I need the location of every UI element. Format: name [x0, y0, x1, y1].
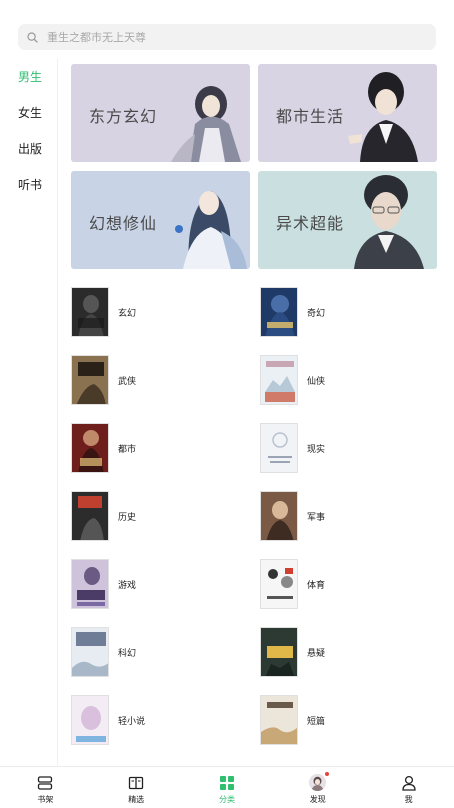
book-cover	[260, 355, 298, 405]
category-item-short-story[interactable]: 短篇	[260, 694, 440, 746]
category-label: 短篇	[307, 716, 326, 727]
sidebar-item-female[interactable]: 女生	[0, 94, 57, 130]
category-label: 体育	[307, 580, 326, 591]
category-label: 轻小说	[118, 716, 146, 727]
search-icon	[27, 31, 40, 44]
grid-icon	[219, 774, 235, 791]
sidebar-item-label: 女生	[18, 105, 43, 120]
avatar-icon	[309, 774, 327, 791]
book-cover	[71, 491, 109, 541]
book-cover	[71, 695, 109, 745]
book-cover	[260, 627, 298, 677]
category-label: 现实	[307, 444, 326, 455]
tab-category[interactable]: 分类	[182, 767, 273, 808]
notification-dot	[325, 772, 330, 776]
banner-urban-life[interactable]: 都市生活	[258, 64, 437, 162]
category-item-kehuan[interactable]: 科幻	[71, 626, 251, 678]
category-item-xuanyi[interactable]: 悬疑	[260, 626, 440, 678]
banner-fantasy-cultivation[interactable]: 幻想修仙	[71, 171, 250, 269]
category-label: 科幻	[118, 648, 137, 659]
tab-label: 书架	[37, 795, 54, 804]
banner-label: 都市生活	[276, 107, 345, 126]
book-cover	[71, 627, 109, 677]
search-bar[interactable]	[18, 24, 436, 50]
category-sidebar: 男生 女生 出版 听书	[0, 58, 58, 766]
sidebar-item-male[interactable]: 男生	[0, 58, 57, 94]
category-item-xuanhuan[interactable]: 玄幻	[71, 286, 251, 338]
category-label: 玄幻	[118, 308, 137, 319]
tab-label: 精选	[128, 795, 145, 804]
book-cover	[71, 287, 109, 337]
category-item-tiyu[interactable]: 体育	[260, 558, 440, 610]
category-item-dushi[interactable]: 都市	[71, 422, 251, 474]
category-item-xianshi[interactable]: 现实	[260, 422, 440, 474]
category-item-youxi[interactable]: 游戏	[71, 558, 251, 610]
category-label: 都市	[118, 444, 137, 455]
banner-special-powers[interactable]: 异术超能	[258, 171, 437, 269]
tab-bookshelf[interactable]: 书架	[0, 767, 91, 808]
banner-label: 东方玄幻	[89, 107, 158, 126]
category-label: 游戏	[118, 580, 137, 591]
category-label: 历史	[118, 512, 137, 523]
category-item-light-novel[interactable]: 轻小说	[71, 694, 251, 746]
category-label: 军事	[307, 512, 326, 523]
search-input[interactable]	[47, 30, 407, 44]
sidebar-item-label: 男生	[18, 69, 43, 84]
avatar	[309, 774, 327, 791]
sidebar-item-label: 出版	[18, 141, 43, 156]
banner-label: 幻想修仙	[89, 214, 158, 233]
tab-me[interactable]: 我	[363, 767, 454, 808]
category-item-xianxia[interactable]: 仙侠	[260, 354, 440, 406]
category-item-lishi[interactable]: 历史	[71, 490, 251, 542]
category-label: 武侠	[118, 376, 137, 387]
category-label: 仙侠	[307, 376, 326, 387]
person-icon	[401, 774, 417, 791]
tab-label: 发现	[309, 795, 326, 804]
sidebar-item-published[interactable]: 出版	[0, 130, 57, 166]
book-cover	[71, 355, 109, 405]
banner-label: 异术超能	[276, 214, 345, 233]
tab-label: 分类	[218, 795, 235, 804]
sidebar-item-label: 听书	[18, 177, 43, 192]
bottom-tab-bar: 书架 精选 分类 发现 我	[0, 766, 454, 808]
book-cover	[71, 423, 109, 473]
book-cover	[260, 491, 298, 541]
book-cover	[260, 695, 298, 745]
tab-featured[interactable]: 精选	[91, 767, 182, 808]
tab-label: 我	[404, 795, 413, 804]
sidebar-item-audiobook[interactable]: 听书	[0, 166, 57, 202]
book-cover	[260, 287, 298, 337]
open-book-icon	[128, 774, 144, 791]
category-item-junshi[interactable]: 军事	[260, 490, 440, 542]
banner-eastern-fantasy[interactable]: 东方玄幻	[71, 64, 250, 162]
category-item-qihuan[interactable]: 奇幻	[260, 286, 440, 338]
book-cover	[71, 559, 109, 609]
category-label: 奇幻	[307, 308, 326, 319]
category-label: 悬疑	[307, 648, 326, 659]
tab-discover[interactable]: 发现	[272, 767, 363, 808]
bookshelf-icon	[37, 774, 53, 791]
book-cover	[260, 559, 298, 609]
book-cover	[260, 423, 298, 473]
category-item-wuxia[interactable]: 武侠	[71, 354, 251, 406]
